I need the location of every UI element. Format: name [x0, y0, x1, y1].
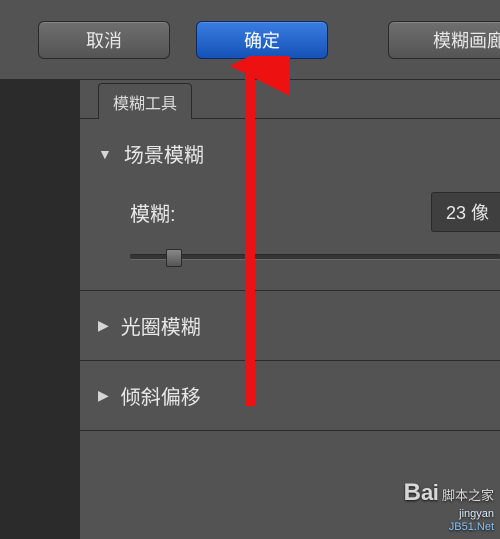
- blur-amount-slider[interactable]: [130, 254, 500, 260]
- ok-button[interactable]: 确定: [196, 21, 328, 59]
- section-title: 光圈模糊: [121, 311, 201, 340]
- section-header-field-blur[interactable]: ▼ 场景模糊: [80, 119, 500, 188]
- blur-amount-value[interactable]: 23 像: [431, 192, 500, 232]
- tab-blur-tools[interactable]: 模糊工具: [98, 83, 192, 119]
- section-tilt-shift: ▶ 倾斜偏移: [80, 361, 500, 431]
- blur-amount-row: 模糊: 23 像: [130, 192, 500, 232]
- section-header-tilt-shift[interactable]: ▶ 倾斜偏移: [80, 361, 500, 430]
- disclosure-right-icon: ▶: [98, 387, 109, 404]
- blur-gallery-button[interactable]: 模糊画廊: [388, 21, 500, 59]
- slider-thumb[interactable]: [166, 249, 182, 267]
- section-title: 场景模糊: [124, 139, 204, 168]
- disclosure-right-icon: ▶: [98, 317, 109, 334]
- top-toolbar: 取消 确定 模糊画廊: [0, 0, 500, 80]
- canvas-edge: [0, 80, 80, 539]
- panel-tab-row: 模糊工具: [80, 80, 500, 119]
- section-header-iris-blur[interactable]: ▶ 光圈模糊: [80, 291, 500, 360]
- section-title: 倾斜偏移: [121, 381, 201, 410]
- cancel-button[interactable]: 取消: [38, 21, 170, 59]
- blur-tools-panel: 模糊工具 ▼ 场景模糊 模糊: 23 像 ▶ 光圈模糊 ▶ 倾斜偏移: [80, 80, 500, 539]
- blur-amount-label: 模糊:: [130, 198, 176, 227]
- field-blur-body: 模糊: 23 像: [80, 188, 500, 290]
- disclosure-down-icon: ▼: [98, 146, 112, 162]
- section-iris-blur: ▶ 光圈模糊: [80, 291, 500, 361]
- section-field-blur: ▼ 场景模糊 模糊: 23 像: [80, 119, 500, 291]
